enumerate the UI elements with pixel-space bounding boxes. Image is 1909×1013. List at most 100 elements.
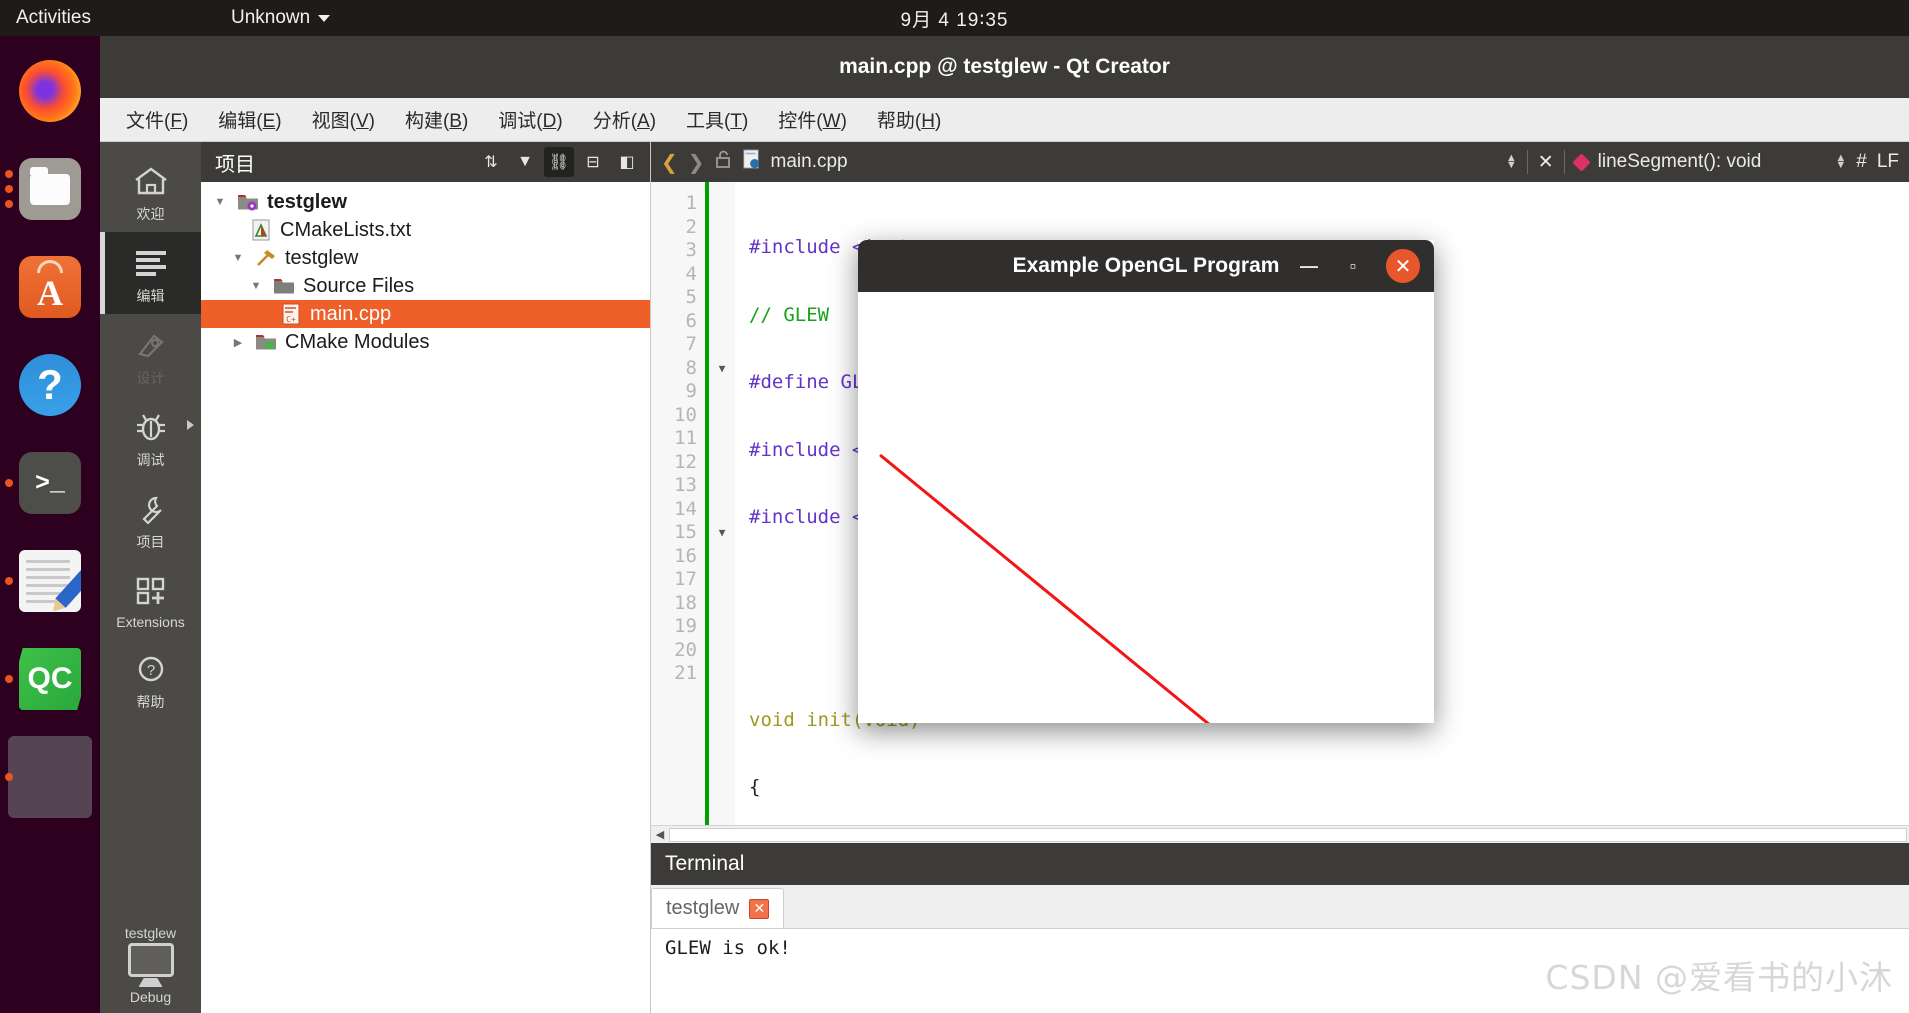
- editor-horizontal-scrollbar[interactable]: ◀: [651, 825, 1909, 843]
- app-menu-button[interactable]: Unknown: [230, 7, 331, 29]
- link-icon[interactable]: ⛓: [544, 147, 574, 177]
- code-folding-bar[interactable]: ▼ ▼: [709, 182, 735, 825]
- project-tree: ▼ testglew CMakeLists.txt ▼ testglew ▼ S…: [201, 182, 650, 1013]
- chevron-right-icon[interactable]: [187, 420, 194, 430]
- tree-item-testglew-target[interactable]: ▼ testglew: [201, 244, 650, 272]
- tree-item-label: CMakeLists.txt: [280, 218, 412, 241]
- tree-item-main-cpp[interactable]: C+ main.cpp: [201, 300, 650, 328]
- twisty-open-icon[interactable]: ▼: [211, 196, 229, 208]
- navigate-forward-icon[interactable]: ❯: [688, 150, 705, 175]
- mode-help[interactable]: ? 帮助: [100, 638, 201, 720]
- mode-projects[interactable]: 项目: [100, 478, 201, 560]
- tree-item-cmakelists[interactable]: CMakeLists.txt: [201, 216, 650, 244]
- dock-item-window-preview[interactable]: [0, 728, 100, 826]
- extensions-icon: [134, 572, 168, 610]
- tree-item-label: testglew: [267, 190, 348, 213]
- close-editor-icon[interactable]: ✕: [1538, 151, 1554, 174]
- dock-item-firefox[interactable]: [0, 42, 100, 140]
- mode-edit[interactable]: 编辑: [100, 232, 201, 314]
- menu-help[interactable]: 帮助(H): [865, 102, 953, 137]
- line-column-icon[interactable]: #: [1856, 151, 1867, 173]
- symbol-dropdown-icon[interactable]: ▲ ▼: [1835, 153, 1846, 171]
- opengl-window-title: Example OpenGL Program: [1012, 254, 1280, 277]
- line-segment-drawing: [879, 454, 1210, 723]
- tree-item-source-files[interactable]: ▼ Source Files: [201, 272, 650, 300]
- kit-selector[interactable]: testglew Debug: [100, 925, 201, 1005]
- cmake-file-icon: [249, 219, 273, 241]
- menu-file[interactable]: 文件(F): [114, 102, 200, 137]
- folder-icon: [272, 275, 296, 297]
- app-menu-label: Unknown: [230, 7, 311, 28]
- tree-item-cmake-modules[interactable]: ▶ CMake Modules: [201, 328, 650, 356]
- pen-icon: [134, 326, 168, 364]
- menu-view[interactable]: 视图(V): [300, 102, 387, 137]
- scroll-left-icon[interactable]: ◀: [651, 828, 669, 841]
- dock-item-qtcreator[interactable]: QC: [0, 630, 100, 728]
- scrollbar-track[interactable]: [669, 827, 1907, 842]
- line-ending-label[interactable]: LF: [1877, 151, 1899, 173]
- mode-label: 设计: [136, 370, 165, 386]
- dock-item-files[interactable]: [0, 140, 100, 238]
- ubuntu-dock: A ? >_ QC: [0, 36, 100, 1013]
- qt-title-bar: main.cpp @ testglew - Qt Creator: [100, 36, 1909, 98]
- mode-debug[interactable]: 调试: [100, 396, 201, 478]
- home-icon: [134, 162, 168, 200]
- navigate-back-icon[interactable]: ❮: [661, 150, 678, 175]
- files-icon: [19, 158, 81, 220]
- minimize-button[interactable]: —: [1298, 256, 1320, 277]
- opengl-window[interactable]: Example OpenGL Program — ▫ ✕: [858, 240, 1434, 723]
- mode-extensions[interactable]: Extensions: [100, 560, 201, 638]
- menu-analyze[interactable]: 分析(A): [581, 102, 668, 137]
- tree-item-testglew-project[interactable]: ▼ testglew: [201, 188, 650, 216]
- clock[interactable]: 9月 4 19∶35: [901, 5, 1009, 32]
- menu-widgets[interactable]: 控件(W): [766, 102, 859, 137]
- wrench-icon: [134, 490, 168, 528]
- filter-sync-icon[interactable]: ⇅: [476, 147, 506, 177]
- running-indicator-text-editor: [5, 577, 13, 585]
- twisty-open-icon[interactable]: ▼: [229, 252, 247, 264]
- mode-label: 编辑: [136, 288, 165, 304]
- twisty-open-icon[interactable]: ▼: [247, 280, 265, 292]
- terminal-icon: >_: [19, 452, 81, 514]
- opengl-canvas[interactable]: [858, 292, 1434, 723]
- mode-welcome[interactable]: 欢迎: [100, 150, 201, 232]
- collapse-icon[interactable]: ◧: [612, 147, 642, 177]
- terminal-tab-label: testglew: [666, 897, 740, 919]
- window-title: main.cpp @ testglew - Qt Creator: [839, 55, 1170, 78]
- ubuntu-software-icon: A: [19, 256, 81, 318]
- terminal-panel: Terminal testglew ✕ GLEW is ok!: [651, 843, 1909, 1013]
- project-panel-title: 项目: [215, 153, 255, 176]
- menu-edit[interactable]: 编辑(E): [206, 102, 293, 137]
- monitor-icon: [127, 943, 174, 977]
- dock-item-help[interactable]: ?: [0, 336, 100, 434]
- dock-item-terminal[interactable]: >_: [0, 434, 100, 532]
- help-icon: ?: [19, 354, 81, 416]
- split-icon[interactable]: ⊟: [578, 147, 608, 177]
- file-dropdown-icon[interactable]: ▲ ▼: [1506, 153, 1517, 171]
- dock-item-text-editor[interactable]: [0, 532, 100, 630]
- menu-build[interactable]: 构建(B): [393, 102, 480, 137]
- close-button[interactable]: ✕: [1386, 249, 1420, 283]
- twisty-closed-icon[interactable]: ▶: [229, 336, 247, 349]
- filter-icon[interactable]: ▼: [510, 147, 540, 177]
- toolbar-separator: [1526, 150, 1528, 174]
- opengl-title-bar[interactable]: Example OpenGL Program — ▫ ✕: [858, 240, 1434, 292]
- unlocked-padlock-icon[interactable]: [715, 149, 731, 175]
- mode-design: 设计: [100, 314, 201, 396]
- editor-filename[interactable]: main.cpp: [771, 151, 848, 173]
- close-icon[interactable]: ✕: [749, 898, 770, 919]
- project-folder-icon: [236, 191, 260, 213]
- window-preview-thumbnail: [8, 736, 92, 818]
- menu-tools[interactable]: 工具(T): [674, 102, 760, 137]
- svg-text:?: ?: [146, 662, 154, 679]
- menu-bar: 文件(F) 编辑(E) 视图(V) 构建(B) 调试(D) 分析(A) 工具(T…: [100, 98, 1909, 142]
- editor-symbol-label[interactable]: lineSegment(): void: [1598, 151, 1762, 173]
- terminal-tab-testglew[interactable]: testglew ✕: [651, 888, 785, 928]
- dock-item-ubuntu-software[interactable]: A: [0, 238, 100, 336]
- menu-debug[interactable]: 调试(D): [486, 102, 574, 137]
- monitor-stand-icon: [138, 978, 163, 987]
- maximize-button[interactable]: ▫: [1342, 256, 1364, 277]
- line-number-gutter: 12 34 56 78 9 10 11 12 13 14 15 16 17 18 19 20…: [651, 182, 705, 825]
- help-glyph: ?: [37, 361, 63, 408]
- activities-button[interactable]: Activities: [16, 7, 91, 29]
